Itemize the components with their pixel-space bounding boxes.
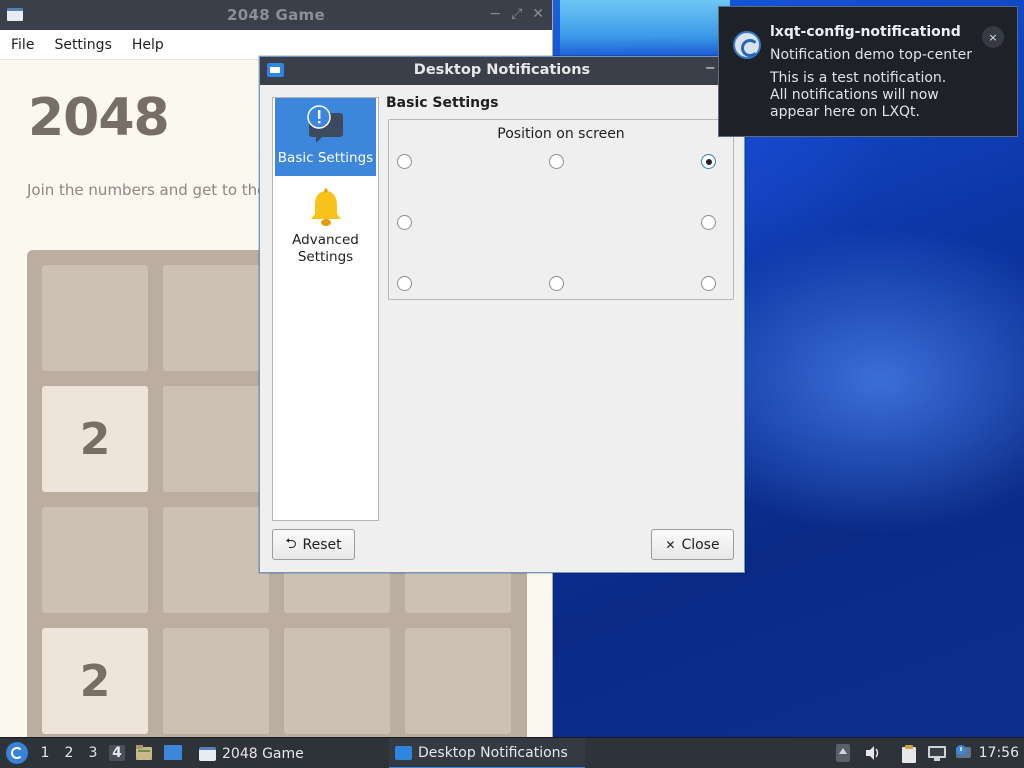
notification-body: This is a test notification. All notific…	[770, 70, 947, 120]
game-tile	[284, 628, 390, 734]
window-app-icon	[199, 746, 216, 761]
notification-popup[interactable]: lxqt-config-notificationd Notification d…	[718, 6, 1018, 137]
section-title: Basic Settings	[386, 95, 499, 111]
radio-top-right[interactable]	[701, 154, 716, 169]
maximize-icon[interactable]: ⤢	[511, 6, 522, 22]
notification-close-icon[interactable]: ×	[982, 26, 1004, 48]
taskbar: 1 2 3 4 2048 Game Desktop Notifications …	[0, 737, 1024, 768]
game-tile	[163, 628, 269, 734]
task-2048-game[interactable]: 2048 Game	[195, 738, 308, 768]
desktop-switch-4[interactable]: 4	[109, 745, 125, 761]
reset-button[interactable]: ⮌ Reset	[272, 529, 355, 560]
desktop-switch-3[interactable]: 3	[85, 745, 101, 761]
radio-bottom-left[interactable]	[397, 276, 412, 291]
dialog-title: Desktop Notifications	[413, 62, 591, 78]
notification-bubble-icon	[306, 104, 346, 144]
game-tile: 2	[42, 386, 148, 492]
game-tile	[405, 628, 511, 734]
menu-help[interactable]: Help	[132, 37, 164, 53]
notification-tray-icon[interactable]	[955, 744, 973, 762]
tray-arrow-icon[interactable]	[836, 744, 850, 762]
desktop-switch-1[interactable]: 1	[37, 745, 53, 761]
sidebar-item-label: Basic Settings	[277, 150, 374, 166]
file-manager-icon[interactable]	[135, 744, 153, 762]
sidebar-item-basic-settings[interactable]: Basic Settings	[275, 98, 376, 176]
position-groupbox: Position on screen	[388, 119, 734, 300]
task-desktop-notifications[interactable]: Desktop Notifications	[389, 738, 585, 768]
game-heading: 2048	[28, 88, 170, 148]
position-group-title: Position on screen	[497, 126, 625, 142]
dialog-titlebar[interactable]: Desktop Notifications − ⤢	[260, 57, 744, 85]
start-menu-button[interactable]	[6, 742, 28, 764]
game-tile	[42, 507, 148, 613]
game-subtext: Join the numbers and get to the	[27, 181, 267, 199]
radio-bottom-center[interactable]	[549, 276, 564, 291]
radio-center-right[interactable]	[701, 215, 716, 230]
sidebar-item-label: Advanced Settings	[292, 232, 359, 265]
sidebar-item-advanced-settings[interactable]: Advanced Settings	[275, 182, 376, 272]
close-x-icon: ✕	[665, 537, 676, 552]
notification-summary: Notification demo top-center	[770, 47, 972, 63]
lxqt-logo-icon	[733, 31, 761, 59]
menu-file[interactable]: File	[11, 37, 34, 53]
game-tile	[163, 265, 269, 371]
menu-settings[interactable]: Settings	[54, 37, 111, 53]
game-tile	[163, 386, 269, 492]
game-titlebar[interactable]: 2048 Game − ⤢ ✕	[0, 0, 552, 30]
clipboard-icon[interactable]	[900, 744, 918, 764]
game-tile: 2	[42, 628, 148, 734]
radio-bottom-right[interactable]	[701, 276, 716, 291]
radio-top-left[interactable]	[397, 154, 412, 169]
radio-center-left[interactable]	[397, 215, 412, 230]
game-window-title: 2048 Game	[227, 6, 325, 24]
minimize-icon[interactable]: −	[489, 6, 501, 22]
network-icon[interactable]	[927, 744, 947, 762]
clock: 17:56	[978, 745, 1019, 761]
notifications-dialog: Desktop Notifications − ⤢ Basic Settings	[259, 56, 745, 573]
minimize-icon[interactable]: −	[705, 61, 716, 76]
close-icon[interactable]: ✕	[532, 6, 544, 22]
notification-app-name: lxqt-config-notificationd	[770, 24, 961, 40]
undo-icon: ⮌	[285, 535, 297, 552]
show-desktop-icon[interactable]	[163, 744, 183, 762]
dialog-app-icon	[395, 745, 412, 760]
radio-top-center[interactable]	[549, 154, 564, 169]
settings-sidebar: Basic Settings Advanced Settings	[272, 97, 379, 521]
game-tile	[42, 265, 148, 371]
close-button[interactable]: ✕ Close	[651, 529, 734, 560]
desktop-switch-2[interactable]: 2	[61, 745, 77, 761]
bell-icon	[306, 188, 346, 228]
volume-icon[interactable]	[864, 744, 882, 762]
game-tile	[163, 507, 269, 613]
